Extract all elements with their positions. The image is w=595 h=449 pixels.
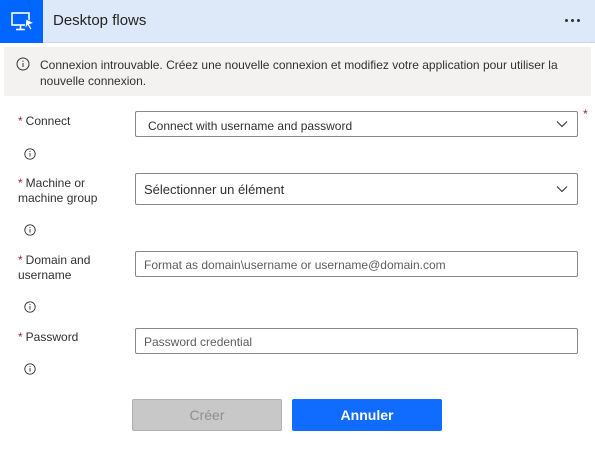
desktop-flow-icon (0, 0, 43, 43)
machine-dropdown[interactable]: Sélectionner un élément (135, 173, 578, 205)
machine-selected-value: Sélectionner un élément (144, 182, 285, 197)
required-marker: * (18, 253, 23, 267)
domain-placeholder: Format as domain\username or username@do… (144, 258, 446, 272)
password-label-text: Password (25, 330, 79, 344)
info-icon[interactable] (24, 148, 36, 160)
domain-username-input[interactable]: Format as domain\username or username@do… (135, 251, 578, 277)
password-input[interactable]: Password credential (135, 328, 578, 354)
header-title: Desktop flows (53, 12, 147, 29)
chevron-down-icon (556, 121, 568, 128)
connection-warning-banner: Connexion introuvable. Créez une nouvell… (4, 47, 591, 96)
password-placeholder: Password credential (144, 335, 253, 349)
connect-label: * Connect (18, 114, 118, 129)
connect-selected-value: Connect with username and password (148, 119, 353, 133)
cancel-button[interactable]: Annuler (292, 399, 442, 431)
create-button[interactable]: Créer (132, 399, 282, 431)
info-icon[interactable] (24, 301, 36, 313)
header-bar: Desktop flows (0, 0, 595, 43)
chevron-down-icon (556, 186, 568, 193)
connect-label-text: Connect (25, 114, 71, 128)
required-marker: * (18, 114, 23, 128)
more-options-icon[interactable] (559, 8, 585, 32)
required-marker: * (583, 107, 588, 121)
info-icon (16, 57, 30, 71)
required-marker: * (18, 330, 23, 344)
machine-label-text: Machine or machine group (18, 176, 98, 205)
domain-label: * Domain and username (18, 253, 118, 283)
info-icon[interactable] (24, 224, 36, 236)
info-icon[interactable] (24, 363, 36, 375)
password-label: * Password (18, 330, 118, 345)
machine-label: * Machine or machine group (18, 176, 118, 206)
connect-dropdown[interactable]: Connect with username and password (135, 111, 578, 137)
domain-label-text: Domain and username (18, 253, 91, 282)
required-marker: * (18, 176, 23, 190)
banner-message: Connexion introuvable. Créez une nouvell… (40, 58, 558, 88)
